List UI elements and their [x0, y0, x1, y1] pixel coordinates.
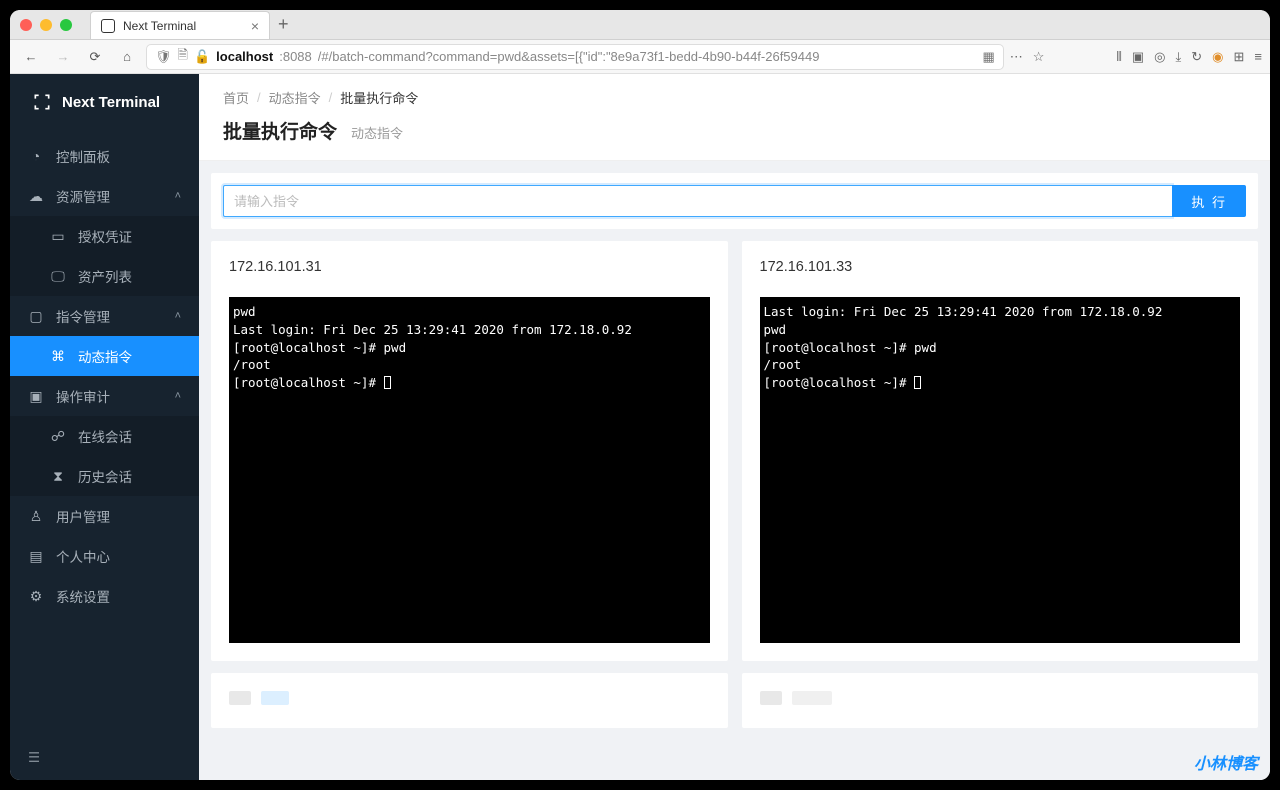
command-input[interactable] [223, 185, 1172, 217]
tab-close-button[interactable]: × [251, 18, 259, 34]
bookmark-star-icon[interactable]: ☆ [1033, 49, 1045, 65]
sidebar-item-dynamic-command[interactable]: ⌘ 动态指令 [10, 336, 199, 376]
logo-icon [32, 92, 52, 112]
terminal-card: 172.16.101.33 Last login: Fri Dec 25 13:… [742, 241, 1259, 661]
skeleton-block [229, 691, 251, 705]
loading-card [211, 673, 728, 728]
execute-button[interactable]: 执 行 [1172, 185, 1246, 217]
terminal-host: 172.16.101.33 [760, 259, 1241, 275]
main-content: 首页 / 动态指令 / 批量执行命令 批量执行命令 动态指令 执 行 172.1… [199, 74, 1270, 780]
new-tab-button[interactable]: + [278, 14, 289, 35]
app-menu-icon[interactable]: ≡ [1254, 49, 1262, 65]
page-header: 首页 / 动态指令 / 批量执行命令 批量执行命令 动态指令 [199, 74, 1270, 161]
window-zoom-button[interactable] [60, 19, 72, 31]
address-bar[interactable]: 🛡︎ 🗎 🔓 localhost :8088 /#/batch-command?co… [146, 44, 1004, 70]
extensions-icon[interactable]: ⊞ [1234, 49, 1245, 65]
sync-icon[interactable]: ↻ [1191, 49, 1202, 65]
gear-icon: ⚙ [28, 588, 44, 605]
account-icon[interactable]: ◎ [1154, 49, 1165, 65]
lock-open-icon: 🔓 [194, 49, 210, 65]
loading-card [742, 673, 1259, 728]
thunder-icon: ⌘ [50, 348, 66, 365]
shield-icon: 🛡︎ [155, 49, 172, 65]
sidebar-item-online-session[interactable]: ☍ 在线会话 [10, 416, 199, 456]
page-title: 批量执行命令 [223, 117, 337, 144]
window-close-button[interactable] [20, 19, 32, 31]
terminal-output[interactable]: pwd Last login: Fri Dec 25 13:29:41 2020… [229, 297, 710, 643]
history-icon: ⧗ [50, 468, 66, 485]
reload-button[interactable]: ⟳ [82, 44, 108, 70]
forward-button[interactable]: → [50, 44, 76, 70]
home-button[interactable]: ⌂ [114, 44, 140, 70]
sidebar-item-profile[interactable]: ▤ 个人中心 [10, 536, 199, 576]
sidebar-item-history-session[interactable]: ⧗ 历史会话 [10, 456, 199, 496]
favicon-icon [101, 19, 115, 33]
terminal-card: 172.16.101.31 pwd Last login: Fri Dec 25… [211, 241, 728, 661]
window-minimize-button[interactable] [40, 19, 52, 31]
user-icon: ♙ [28, 508, 44, 525]
sidebar-item-commands[interactable]: ▢ 指令管理 ˄ [10, 296, 199, 336]
skeleton-block [760, 691, 782, 705]
app-logo[interactable]: Next Terminal [10, 74, 199, 130]
sidebar-item-resource[interactable]: ☁ 资源管理 ˄ [10, 176, 199, 216]
breadcrumb-home[interactable]: 首页 [223, 88, 249, 107]
sidebar-item-credential[interactable]: ▭ 授权凭证 [10, 216, 199, 256]
dashboard-icon: ◔ [28, 148, 44, 164]
more-icon[interactable]: ⋯ [1010, 49, 1023, 65]
command-panel: 执 行 [211, 173, 1258, 229]
chevron-up-icon: ˄ [175, 310, 181, 322]
browser-titlebar: Next Terminal × + [10, 10, 1270, 40]
breadcrumb-current: 批量执行命令 [340, 88, 418, 107]
terminal-output[interactable]: Last login: Fri Dec 25 13:29:41 2020 fro… [760, 297, 1241, 643]
cloud-icon: ☁ [28, 188, 44, 205]
desktop-icon: 🖵 [50, 268, 66, 285]
audit-icon: ▣ [28, 388, 44, 405]
url-host: localhost [216, 49, 273, 64]
breadcrumb: 首页 / 动态指令 / 批量执行命令 [223, 88, 1246, 107]
sidebar-item-settings[interactable]: ⚙ 系统设置 [10, 576, 199, 616]
code-icon: ▢ [28, 308, 44, 325]
url-port: :8088 [279, 49, 312, 64]
profile-icon: ▤ [28, 548, 44, 565]
page-subtitle: 动态指令 [351, 123, 403, 142]
download-icon[interactable]: ⤓ [1176, 49, 1182, 65]
chevron-up-icon: ˄ [175, 190, 181, 202]
sidebar-item-audit[interactable]: ▣ 操作审计 ˄ [10, 376, 199, 416]
sidebar-icon[interactable]: ▣ [1132, 49, 1144, 65]
tab-title: Next Terminal [123, 19, 196, 33]
sidebar-item-assets[interactable]: 🖵 资产列表 [10, 256, 199, 296]
library-icon[interactable]: ⫴ [1116, 49, 1121, 65]
browser-toolbar: ← → ⟳ ⌂ 🛡︎ 🗎 🔓 localhost :8088 /#/batch-co… [10, 40, 1270, 74]
id-card-icon: ▭ [50, 228, 66, 245]
app-name: Next Terminal [62, 94, 160, 111]
link-icon: ☍ [50, 428, 66, 445]
back-button[interactable]: ← [18, 44, 44, 70]
sidebar: Next Terminal ◔ 控制面板 ☁ 资源管理 ˄ ▭ 授权凭证 🖵 [10, 74, 199, 780]
page-info-icon: 🗎 [178, 46, 188, 68]
url-path: /#/batch-command?command=pwd&assets=[{"i… [318, 49, 820, 64]
sidebar-item-users[interactable]: ♙ 用户管理 [10, 496, 199, 536]
sidebar-collapse-button[interactable]: ☰ [10, 736, 199, 780]
watermark: 小林博客 [1194, 750, 1258, 774]
skeleton-block [792, 691, 832, 705]
skeleton-block [261, 691, 289, 705]
browser-tab[interactable]: Next Terminal × [90, 11, 270, 39]
sidebar-item-dashboard[interactable]: ◔ 控制面板 [10, 136, 199, 176]
terminal-host: 172.16.101.31 [229, 259, 710, 275]
extension-icon[interactable]: ◉ [1212, 49, 1223, 65]
breadcrumb-mid[interactable]: 动态指令 [269, 88, 321, 107]
qr-icon[interactable]: ▦ [982, 49, 994, 65]
chevron-up-icon: ˄ [175, 390, 181, 402]
